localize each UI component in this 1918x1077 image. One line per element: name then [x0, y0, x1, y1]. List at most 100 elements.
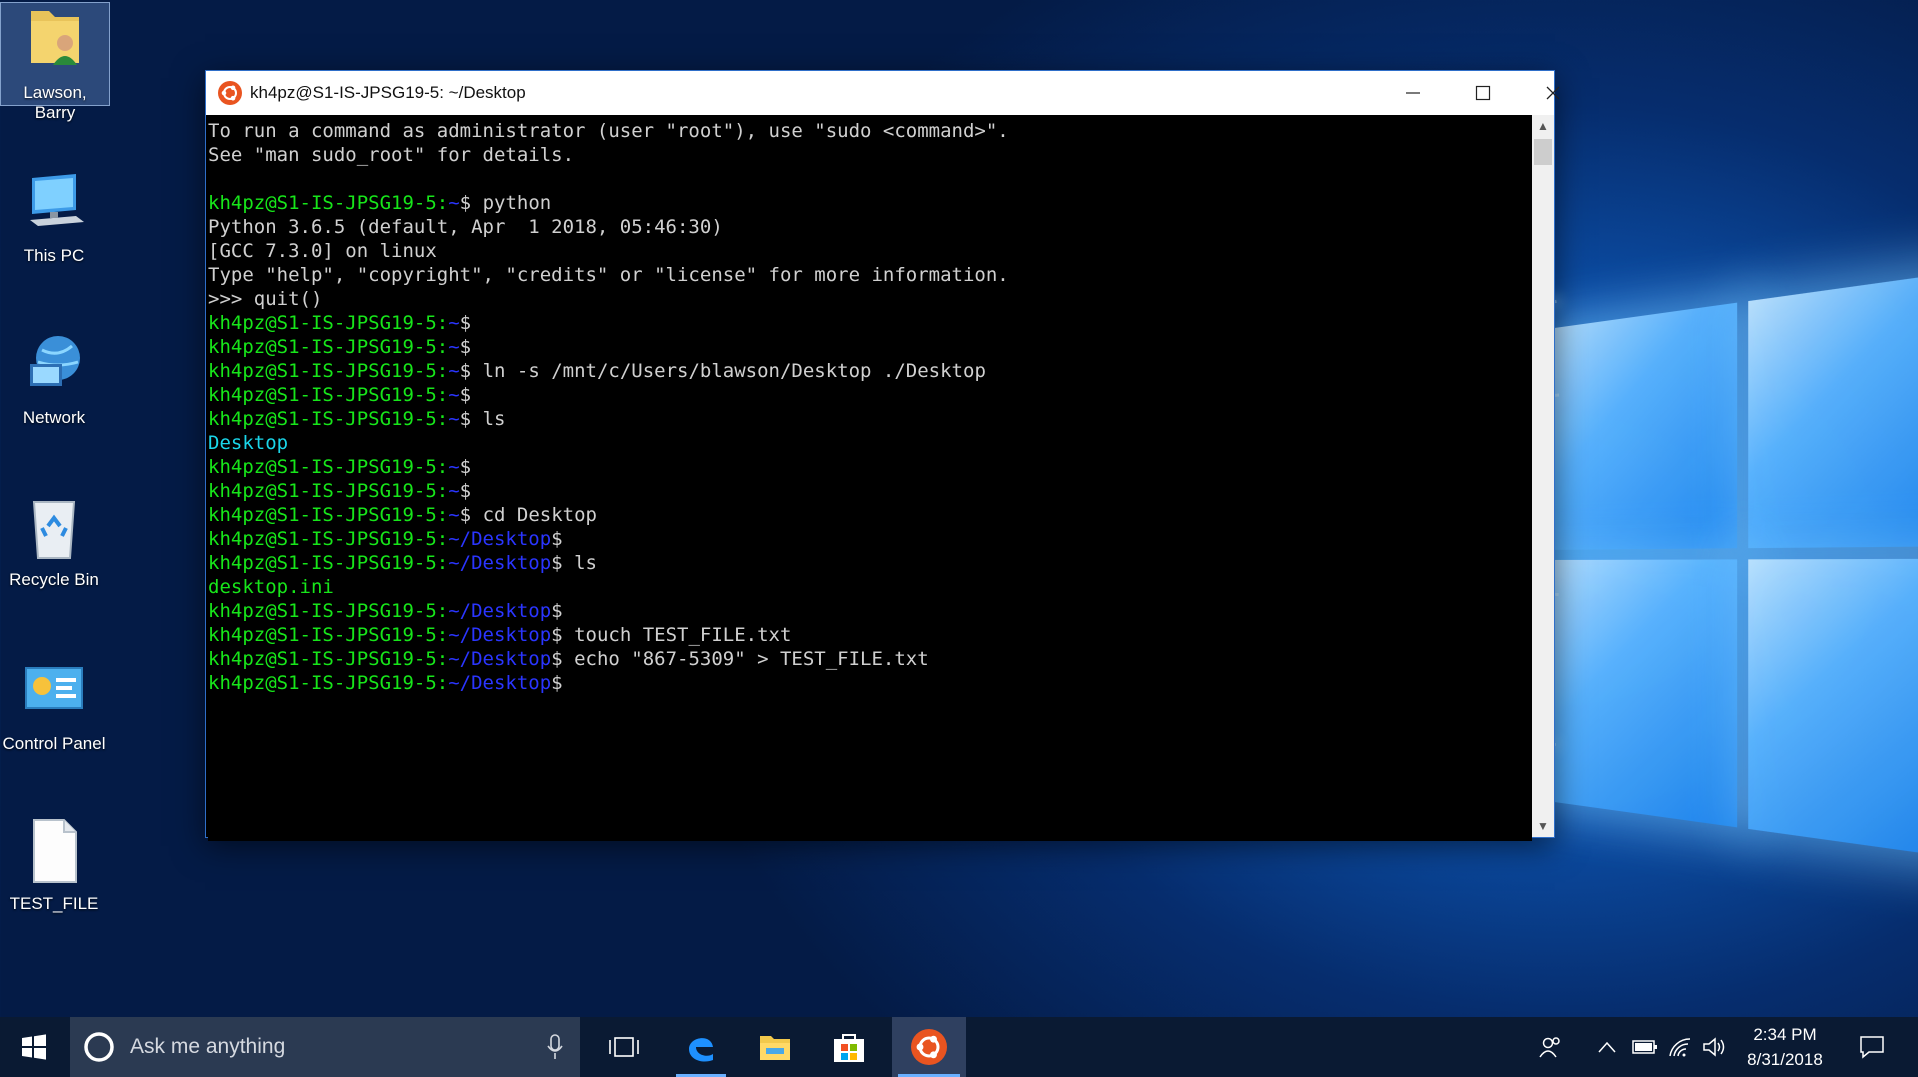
network-globe-icon	[22, 330, 86, 400]
network-status-button[interactable]	[1668, 1017, 1696, 1077]
directory-listing: Desktop	[208, 431, 1532, 455]
title-bar[interactable]: kh4pz@S1-IS-JPSG19-5: ~/Desktop	[206, 71, 1554, 115]
wifi-icon	[1668, 1037, 1692, 1057]
prompt-symbol: $	[551, 648, 562, 670]
terminal-output[interactable]: To run a command as administrator (user …	[208, 115, 1532, 841]
window-title: kh4pz@S1-IS-JPSG19-5: ~/Desktop	[250, 83, 526, 103]
close-icon	[1545, 85, 1561, 101]
terminal-prompt-line: kh4pz@S1-IS-JPSG19-5:~$ cd Desktop	[208, 503, 1532, 527]
people-button[interactable]	[1538, 1017, 1574, 1077]
show-hidden-icons-button[interactable]	[1598, 1017, 1622, 1077]
terminal-output-line: Type "help", "copyright", "credits" or "…	[208, 263, 1532, 287]
terminal-prompt-line: kh4pz@S1-IS-JPSG19-5:~/Desktop$ echo "86…	[208, 647, 1532, 671]
desktop-icon-user-folder[interactable]: Lawson, Barry	[0, 2, 110, 106]
desktop-icon-network[interactable]: Network	[0, 330, 108, 428]
battery-button[interactable]	[1632, 1017, 1660, 1077]
command-text: ls	[563, 552, 597, 574]
taskbar-edge-button[interactable]	[670, 1017, 732, 1077]
ubuntu-icon	[911, 1029, 947, 1065]
folder-icon	[758, 1032, 792, 1062]
prompt-path: ~/Desktop	[448, 648, 551, 670]
file-listing: desktop.ini	[208, 575, 1532, 599]
clock-time: 2:34 PM	[1730, 1022, 1840, 1047]
command-text: echo "867-5309" > TEST_FILE.txt	[563, 648, 929, 670]
prompt-symbol: $	[460, 312, 471, 334]
notifications-icon	[1859, 1035, 1885, 1059]
command-text: ls	[471, 408, 505, 430]
prompt-user-host: kh4pz@S1-IS-JPSG19-5:	[208, 456, 448, 478]
search-placeholder: Ask me anything	[130, 1035, 285, 1059]
desktop-icon-label: Recycle Bin	[0, 570, 108, 590]
prompt-symbol: $	[460, 336, 471, 358]
action-center-button[interactable]	[1852, 1017, 1892, 1077]
desktop-icon-control-panel[interactable]: Control Panel	[0, 656, 108, 754]
prompt-path: ~/Desktop	[448, 672, 551, 694]
terminal-output-line: See "man sudo_root" for details.	[208, 143, 1532, 167]
scroll-down-arrow-icon[interactable]: ▼	[1532, 815, 1554, 837]
task-view-button[interactable]	[594, 1017, 654, 1077]
volume-button[interactable]	[1702, 1017, 1728, 1077]
speaker-icon	[1702, 1037, 1726, 1057]
prompt-user-host: kh4pz@S1-IS-JPSG19-5:	[208, 624, 448, 646]
minimize-button[interactable]	[1378, 71, 1448, 115]
terminal-prompt-line: kh4pz@S1-IS-JPSG19-5:~$ ls	[208, 407, 1532, 431]
start-button[interactable]	[0, 1017, 68, 1077]
prompt-user-host: kh4pz@S1-IS-JPSG19-5:	[208, 648, 448, 670]
prompt-symbol: $	[460, 408, 471, 430]
terminal-prompt-line: kh4pz@S1-IS-JPSG19-5:~$ ln -s /mnt/c/Use…	[208, 359, 1532, 383]
terminal-prompt-line: kh4pz@S1-IS-JPSG19-5:~$	[208, 383, 1532, 407]
prompt-user-host: kh4pz@S1-IS-JPSG19-5:	[208, 192, 448, 214]
prompt-user-host: kh4pz@S1-IS-JPSG19-5:	[208, 336, 448, 358]
prompt-path: ~	[448, 480, 459, 502]
desktop-icon-test-file[interactable]: TEST_FILE	[0, 816, 108, 914]
taskbar-file-explorer-button[interactable]	[744, 1017, 806, 1077]
desktop-icon-label: Control Panel	[0, 734, 108, 754]
desktop-icon-label: This PC	[0, 246, 108, 266]
terminal-prompt-line: kh4pz@S1-IS-JPSG19-5:~/Desktop$ ls	[208, 551, 1532, 575]
terminal-output-line: Python 3.6.5 (default, Apr 1 2018, 05:46…	[208, 215, 1532, 239]
scrollbar-thumb[interactable]	[1534, 139, 1552, 165]
prompt-symbol: $	[460, 504, 471, 526]
windows-logo-wallpaper	[1540, 272, 1918, 858]
terminal-prompt-line: kh4pz@S1-IS-JPSG19-5:~$ python	[208, 191, 1532, 215]
prompt-user-host: kh4pz@S1-IS-JPSG19-5:	[208, 408, 448, 430]
prompt-symbol: $	[460, 480, 471, 502]
terminal-output-line: >>> quit()	[208, 287, 1532, 311]
store-bag-icon	[832, 1030, 866, 1064]
desktop-icon-recycle-bin[interactable]: Recycle Bin	[0, 492, 108, 590]
microphone-icon[interactable]	[546, 1034, 564, 1060]
prompt-path: ~	[448, 312, 459, 334]
prompt-symbol: $	[460, 384, 471, 406]
prompt-user-host: kh4pz@S1-IS-JPSG19-5:	[208, 360, 448, 382]
prompt-user-host: kh4pz@S1-IS-JPSG19-5:	[208, 504, 448, 526]
cortana-icon	[82, 1030, 116, 1064]
terminal-window[interactable]: kh4pz@S1-IS-JPSG19-5: ~/Desktop To run a…	[205, 70, 1555, 838]
scroll-up-arrow-icon[interactable]: ▲	[1532, 115, 1554, 137]
cortana-search-box[interactable]: Ask me anything	[70, 1017, 580, 1077]
system-clock[interactable]: 2:34 PM 8/31/2018	[1730, 1017, 1840, 1077]
prompt-symbol: $	[460, 192, 471, 214]
computer-icon	[22, 168, 86, 238]
taskbar-store-button[interactable]	[818, 1017, 880, 1077]
terminal-blank-line	[208, 167, 1532, 191]
battery-icon	[1632, 1039, 1658, 1055]
clock-date: 8/31/2018	[1730, 1047, 1840, 1072]
command-text: ln -s /mnt/c/Users/blawson/Desktop ./Des…	[471, 360, 986, 382]
desktop-icon-label: Network	[0, 408, 108, 428]
vertical-scrollbar[interactable]: ▲ ▼	[1532, 115, 1554, 837]
prompt-path: ~	[448, 336, 459, 358]
maximize-button[interactable]	[1448, 71, 1518, 115]
taskbar-ubuntu-button[interactable]	[892, 1017, 966, 1077]
windows-start-icon	[21, 1034, 47, 1060]
desktop-icon-label: TEST_FILE	[0, 894, 108, 914]
prompt-user-host: kh4pz@S1-IS-JPSG19-5:	[208, 672, 448, 694]
prompt-symbol: $	[551, 528, 562, 550]
prompt-path: ~/Desktop	[448, 624, 551, 646]
user-folder-icon	[23, 3, 87, 73]
prompt-symbol: $	[551, 672, 562, 694]
prompt-path: ~	[448, 504, 459, 526]
terminal-prompt-line: kh4pz@S1-IS-JPSG19-5:~/Desktop$ touch TE…	[208, 623, 1532, 647]
desktop-icon-this-pc[interactable]: This PC	[0, 168, 108, 266]
prompt-path: ~/Desktop	[448, 552, 551, 574]
close-button[interactable]	[1518, 71, 1588, 115]
